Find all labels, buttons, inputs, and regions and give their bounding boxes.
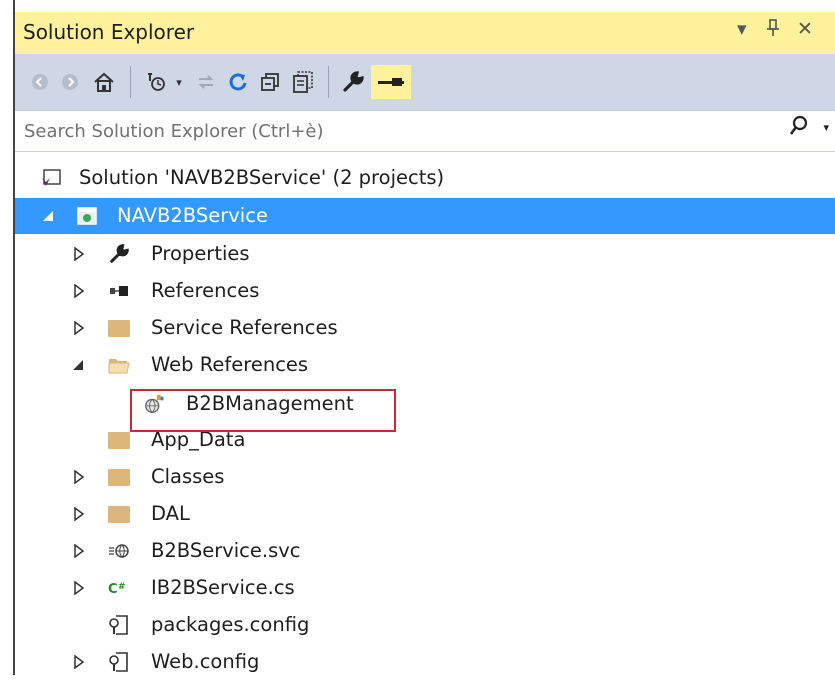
pending-changes-dropdown[interactable]: ▾: [172, 66, 186, 98]
config-file-icon: [107, 613, 131, 637]
collapse-all-icon: [261, 73, 279, 91]
references-icon: [107, 279, 131, 303]
expand-arrow-icon[interactable]: [73, 469, 85, 485]
close-button[interactable]: ✕: [797, 18, 813, 40]
web-project-icon: [75, 204, 99, 228]
toolbar-separator: [328, 66, 329, 98]
sync-icon: [198, 75, 214, 89]
tree-item-label: packages.config: [151, 613, 310, 636]
show-all-files-button[interactable]: [287, 66, 319, 98]
search-icon[interactable]: [789, 115, 809, 143]
collapse-arrow-icon[interactable]: [43, 208, 55, 222]
preview-selected-button[interactable]: [371, 65, 411, 99]
tree-item-service-references[interactable]: Service References: [15, 310, 835, 346]
pin-button[interactable]: [765, 18, 781, 43]
tree-item-label: IB2BService.cs: [151, 576, 295, 599]
solution-label: Solution 'NAVB2BService' (2 projects): [79, 166, 445, 189]
expand-arrow-icon[interactable]: [73, 543, 85, 559]
tree-item-label: Properties: [151, 242, 250, 265]
project-node[interactable]: NAVB2BService: [15, 198, 835, 234]
project-label: NAVB2BService: [117, 204, 268, 227]
tree-item-label: DAL: [151, 502, 190, 525]
collapse-arrow-icon[interactable]: [73, 357, 85, 371]
tree-item-label: Classes: [151, 465, 225, 488]
tree-item-ib2bservice-cs[interactable]: C # IB2BService.cs: [15, 570, 835, 606]
tree-item-web-references[interactable]: Web References: [15, 347, 835, 383]
back-button[interactable]: [25, 66, 55, 98]
expand-arrow-icon[interactable]: [73, 580, 85, 596]
tree-item-packages-config[interactable]: packages.config: [15, 607, 835, 643]
folder-icon: [107, 316, 131, 340]
tree-item-label: B2BService.svc: [151, 539, 301, 562]
collapse-all-button[interactable]: [255, 66, 285, 98]
tree-item-label: Web References: [151, 353, 309, 376]
pin-icon: [767, 19, 779, 36]
wrench-icon: [107, 242, 131, 266]
pending-changes-icon: [148, 73, 165, 91]
tree-item-references[interactable]: References: [15, 273, 835, 309]
expand-arrow-icon[interactable]: [73, 506, 85, 522]
forward-icon: [62, 74, 78, 90]
solution-node[interactable]: Solution 'NAVB2BService' (2 projects): [15, 160, 835, 196]
sync-button[interactable]: [191, 66, 221, 98]
folder-icon: [107, 428, 131, 452]
home-button[interactable]: [87, 66, 121, 98]
toolbar-separator: [130, 66, 131, 98]
refresh-icon: [229, 73, 247, 91]
expand-arrow-icon[interactable]: [73, 320, 85, 336]
tree-item-label: References: [151, 279, 260, 302]
expand-arrow-icon[interactable]: [73, 246, 85, 262]
svc-file-icon: [107, 539, 131, 563]
pending-changes-button[interactable]: [140, 66, 174, 98]
tree-item-label: Service References: [151, 316, 338, 339]
show-all-files-icon: [293, 71, 313, 93]
svg-text:C: C: [108, 582, 118, 597]
title-bar: Solution Explorer ▾ ✕: [15, 12, 835, 54]
folder-open-icon: [107, 353, 131, 377]
refresh-button[interactable]: [223, 66, 253, 98]
tree-item-dal[interactable]: DAL: [15, 496, 835, 532]
tree-item-label: Web.config: [151, 650, 260, 673]
expand-arrow-icon[interactable]: [73, 283, 85, 299]
forward-button[interactable]: [55, 66, 85, 98]
preview-selected-icon: [378, 78, 404, 86]
search-bar[interactable]: Search Solution Explorer (Ctrl+è) ▾: [15, 110, 835, 152]
folder-icon: [107, 465, 131, 489]
config-file-icon: [107, 650, 131, 674]
folder-icon: [107, 502, 131, 526]
window-title: Solution Explorer: [23, 20, 195, 44]
search-options-dropdown[interactable]: ▾: [823, 121, 829, 134]
highlight-box: [130, 389, 396, 432]
wrench-icon: [343, 71, 364, 92]
tree-item-classes[interactable]: Classes: [15, 459, 835, 495]
csharp-file-icon: C #: [107, 576, 131, 600]
search-input[interactable]: Search Solution Explorer (Ctrl+è): [24, 121, 324, 142]
expand-arrow-icon[interactable]: [73, 654, 85, 670]
solution-icon: [39, 166, 63, 190]
tree-item-b2bservice-svc[interactable]: B2BService.svc: [15, 533, 835, 569]
toolbar: ▾: [15, 54, 835, 110]
tree-item-properties[interactable]: Properties: [15, 236, 835, 272]
properties-button[interactable]: [337, 66, 369, 98]
back-icon: [32, 74, 48, 90]
home-icon: [94, 72, 114, 92]
window-dropdown-button[interactable]: ▾: [737, 18, 747, 40]
svg-text:#: #: [118, 582, 126, 592]
solution-explorer-window: Solution Explorer ▾ ✕ ▾ Search Solution …: [0, 0, 835, 675]
